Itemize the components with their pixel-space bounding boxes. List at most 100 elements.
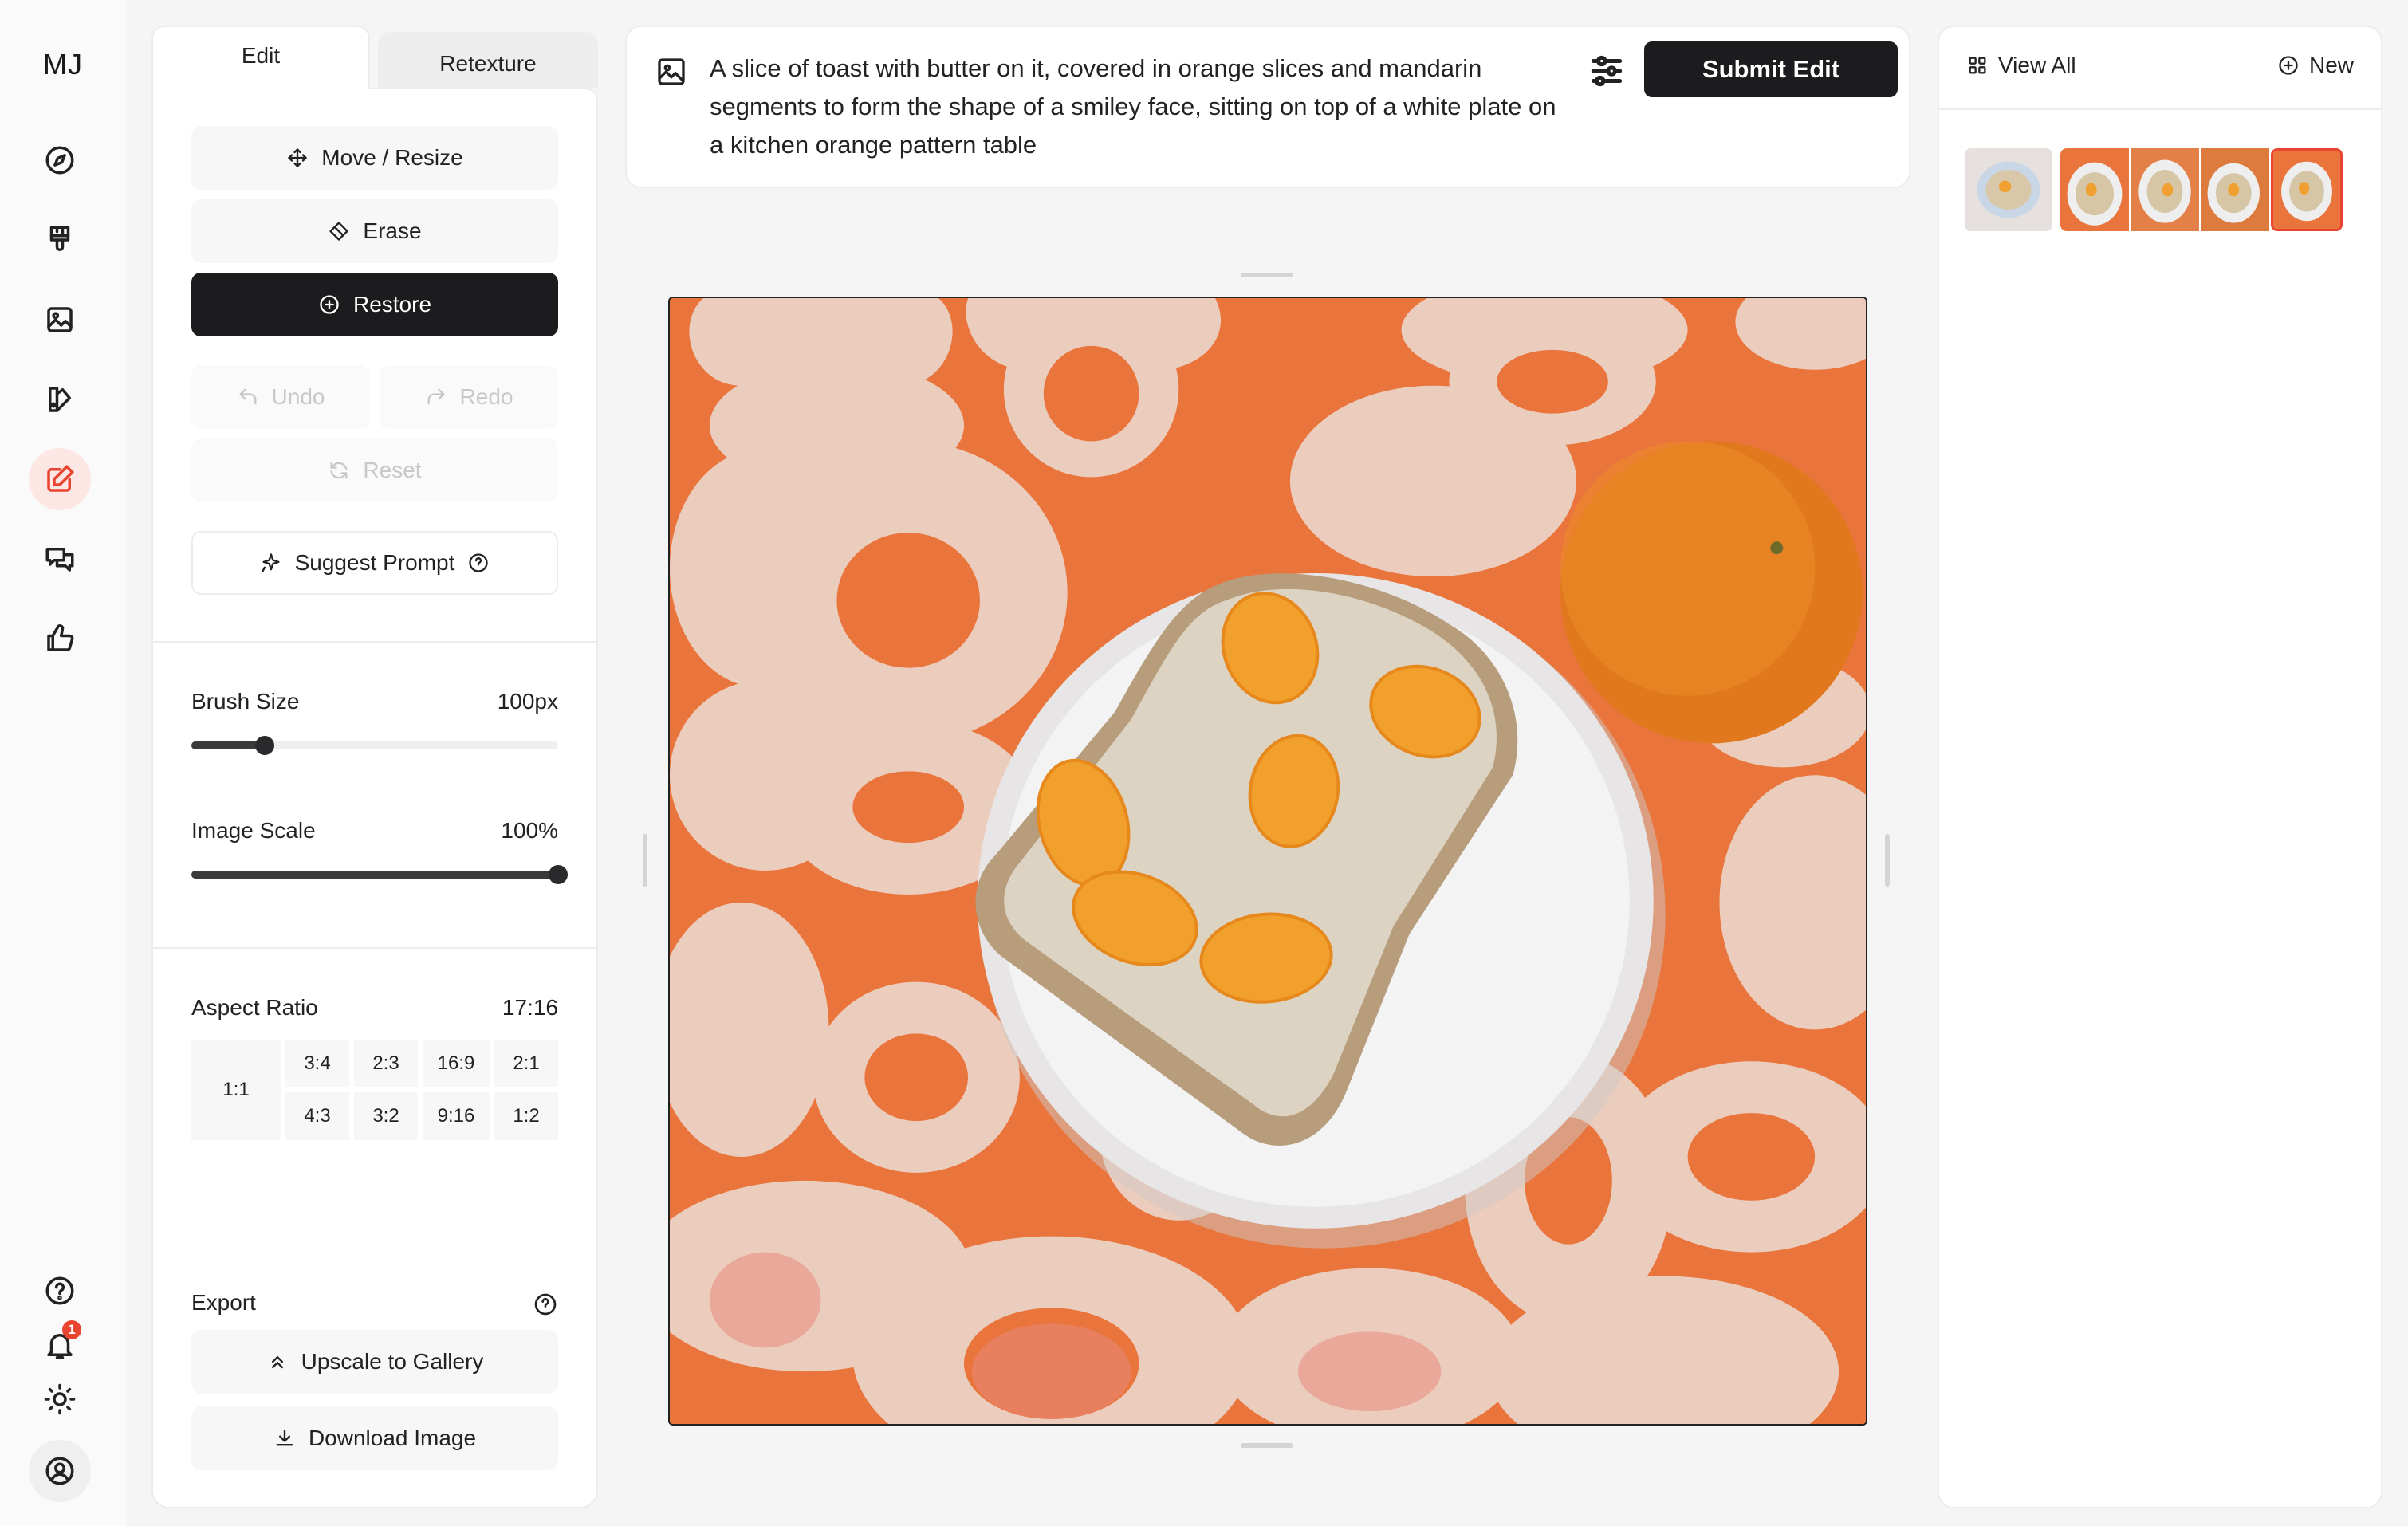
erase-button[interactable]: Erase (191, 199, 558, 263)
swatch-icon (49, 387, 71, 412)
image-scale-label: Image Scale (191, 818, 316, 843)
aspect-ratio-grid: 1:1 3:4 2:3 16:9 2:1 4:3 3:2 9:16 1:2 (191, 1040, 558, 1142)
help-nav-button[interactable] (29, 1260, 91, 1322)
slider-thumb[interactable] (549, 865, 568, 884)
help-icon[interactable] (467, 552, 490, 574)
ratio-option[interactable]: 3:4 (285, 1040, 349, 1087)
explore-nav-button[interactable] (29, 129, 91, 191)
edit-nav-button[interactable] (29, 448, 91, 510)
undo-button[interactable]: Undo (191, 365, 370, 429)
edit-icon (47, 465, 74, 492)
section-divider (153, 641, 596, 643)
ratio-option[interactable]: 2:1 (494, 1040, 558, 1087)
ratio-option[interactable]: 9:16 (423, 1092, 490, 1140)
download-label: Download Image (308, 1426, 477, 1450)
history-header: View All New (1939, 27, 2381, 110)
app-logo[interactable]: MJ (0, 48, 126, 81)
undo-icon (239, 388, 257, 405)
submit-edit-button[interactable]: Submit Edit (1644, 41, 1898, 97)
ratio-option[interactable]: 2:3 (354, 1040, 418, 1087)
resize-handle-top[interactable] (1241, 273, 1293, 277)
history-thumbnail-selected[interactable] (2271, 148, 2343, 231)
mode-tabs: Edit Retexture (151, 26, 598, 89)
download-icon (276, 1430, 293, 1446)
upscale-to-gallery-button[interactable]: Upscale to Gallery (191, 1330, 558, 1394)
brush-size-value: 100px (497, 689, 558, 714)
suggest-prompt-button[interactable]: Suggest Prompt (191, 531, 558, 595)
notifications-nav-button[interactable]: 1 (29, 1314, 91, 1376)
move-resize-label: Move / Resize (321, 145, 463, 170)
history-thumbnail[interactable] (2131, 148, 2199, 231)
prompt-bar: A slice of toast with butter on it, cove… (625, 26, 1910, 188)
image-icon (655, 56, 687, 88)
refresh-icon (330, 462, 348, 479)
resize-handle-bottom[interactable] (1241, 1443, 1293, 1448)
ratio-option[interactable]: 1:2 (494, 1092, 558, 1140)
notification-badge: 1 (62, 1320, 81, 1339)
tab-retexture[interactable]: Retexture (378, 32, 598, 88)
restore-button[interactable]: Restore (191, 273, 558, 336)
view-all-link[interactable]: View All (1966, 53, 2076, 78)
suggest-prompt-label: Suggest Prompt (294, 550, 455, 575)
chat-nav-button[interactable] (29, 528, 91, 590)
theme-toggle-button[interactable] (29, 1368, 91, 1430)
plus-circle-icon (2279, 56, 2298, 75)
profile-button[interactable] (29, 1440, 91, 1502)
resize-handle-right[interactable] (1885, 834, 1890, 887)
history-thumbnail[interactable] (2201, 148, 2269, 231)
redo-button[interactable]: Redo (380, 365, 558, 429)
tab-edit[interactable]: Edit (151, 26, 370, 89)
history-thumbnail-original[interactable] (1965, 148, 2052, 231)
ratio-option[interactable]: 4:3 (285, 1092, 349, 1140)
resize-handle-left[interactable] (643, 834, 647, 887)
move-icon (288, 148, 307, 167)
edit-canvas[interactable] (668, 297, 1867, 1426)
new-button[interactable]: New (2277, 53, 2354, 78)
paintbrush-icon (49, 226, 70, 251)
undo-label: Undo (271, 384, 325, 409)
canvas-image (670, 298, 1866, 1424)
image-scale-slider[interactable] (191, 865, 568, 884)
history-panel: View All New (1938, 26, 2382, 1508)
export-label: Export (191, 1290, 256, 1315)
history-thumbnail[interactable] (2060, 148, 2129, 231)
grid-icon (1969, 57, 1986, 74)
redo-label: Redo (459, 384, 513, 409)
thumbs-up-icon (47, 624, 74, 651)
aspect-ratio-label: Aspect Ratio (191, 995, 318, 1020)
download-image-button[interactable]: Download Image (191, 1406, 558, 1470)
sparkle-icon (261, 553, 280, 572)
slider-thumb[interactable] (255, 736, 274, 755)
ratio-option[interactable]: 16:9 (423, 1040, 490, 1087)
user-icon (45, 1457, 74, 1485)
reset-button[interactable]: Reset (191, 439, 558, 502)
restore-label: Restore (352, 292, 432, 317)
image-icon (47, 307, 73, 332)
organize-nav-button[interactable] (29, 289, 91, 351)
chevrons-up-icon (271, 1356, 283, 1369)
ratio-option[interactable]: 3:2 (354, 1092, 418, 1140)
move-resize-button[interactable]: Move / Resize (191, 126, 558, 190)
erase-label: Erase (363, 218, 422, 243)
reset-label: Reset (363, 458, 422, 482)
nav-rail: MJ 1 (0, 0, 126, 1526)
upscale-label: Upscale to Gallery (301, 1349, 484, 1374)
rank-nav-button[interactable] (29, 608, 91, 670)
slider-fill (191, 741, 265, 749)
aspect-ratio-value: 17:16 (502, 995, 558, 1020)
sliders-icon[interactable] (1587, 51, 1627, 91)
compass-icon (45, 146, 74, 175)
ratio-option-1-1[interactable]: 1:1 (191, 1040, 281, 1140)
sun-icon (44, 1383, 76, 1415)
help-icon (45, 1276, 74, 1305)
brush-size-label: Brush Size (191, 689, 300, 714)
redo-icon (427, 388, 445, 405)
eraser-icon (329, 222, 349, 241)
chat-icon (45, 548, 74, 572)
create-nav-button[interactable] (29, 209, 91, 271)
help-icon[interactable] (533, 1292, 558, 1317)
prompt-input[interactable]: A slice of toast with butter on it, cove… (710, 49, 1571, 164)
brush-size-slider[interactable] (191, 736, 558, 755)
personalize-nav-button[interactable] (29, 368, 91, 431)
plus-circle-icon (320, 295, 339, 314)
